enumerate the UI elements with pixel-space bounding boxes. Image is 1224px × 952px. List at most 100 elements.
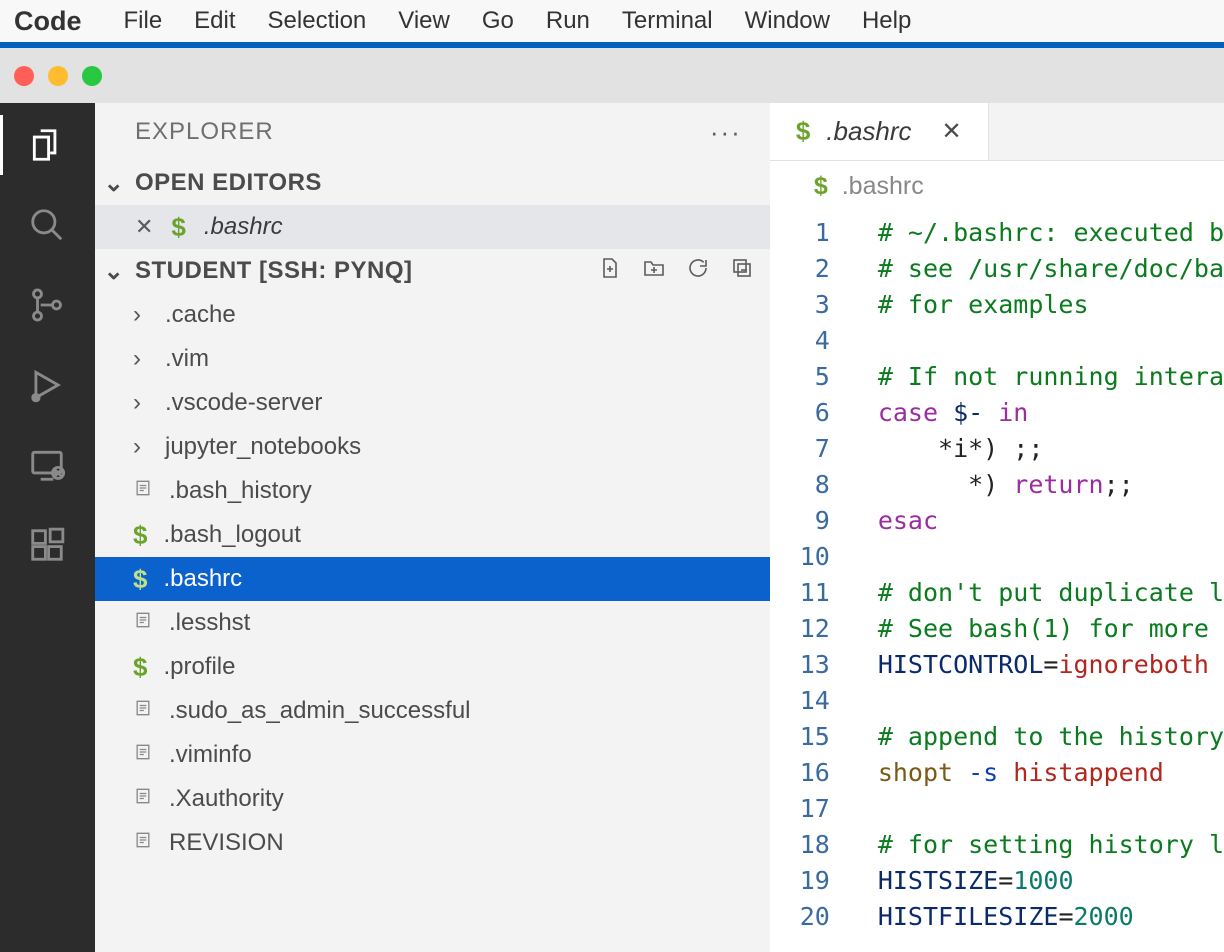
menubar: Code File Edit Selection View Go Run Ter… <box>0 0 1224 48</box>
menu-run[interactable]: Run <box>546 7 590 35</box>
refresh-icon[interactable] <box>686 256 710 287</box>
code-text: *i*) ;; <box>850 431 1044 467</box>
window-zoom-icon[interactable] <box>82 66 102 86</box>
close-icon[interactable]: ✕ <box>942 117 962 146</box>
run-debug-icon[interactable] <box>27 365 67 405</box>
line-number: 17 <box>770 791 850 827</box>
code-text <box>850 683 878 719</box>
tab-label: .bashrc <box>826 116 911 147</box>
explorer-panel: EXPLORER ··· ⌄ OPEN EDITORS ✕ $ .bashrc … <box>95 103 770 952</box>
chevron-right-icon: › <box>133 389 149 417</box>
tree-file[interactable]: .sudo_as_admin_successful <box>95 689 770 733</box>
code-line: 12# See bash(1) for more <box>770 611 1224 647</box>
new-folder-icon[interactable] <box>642 256 666 287</box>
open-editors-label: OPEN EDITORS <box>135 169 322 197</box>
file-name: .viminfo <box>169 741 252 769</box>
code-line: 7 *i*) ;; <box>770 431 1224 467</box>
explorer-title: EXPLORER <box>135 118 274 146</box>
tree-file[interactable]: REVISION <box>95 821 770 865</box>
shell-file-icon: $ <box>171 212 185 243</box>
code-area[interactable]: 1# ~/.bashrc: executed b2# see /usr/shar… <box>770 211 1224 952</box>
breadcrumb[interactable]: $ .bashrc <box>770 161 1224 211</box>
explorer-more-icon[interactable]: ··· <box>710 117 742 148</box>
line-number: 5 <box>770 359 850 395</box>
collapse-all-icon[interactable] <box>730 256 754 287</box>
code-text: # append to the history <box>850 719 1224 755</box>
code-line: 8 *) return;; <box>770 467 1224 503</box>
code-text <box>850 323 878 359</box>
window-close-icon[interactable] <box>14 66 34 86</box>
open-editors-header[interactable]: ⌄ OPEN EDITORS <box>95 161 770 205</box>
line-number: 4 <box>770 323 850 359</box>
code-line: 16shopt -s histappend <box>770 755 1224 791</box>
shell-file-icon: $ <box>133 520 147 551</box>
chevron-right-icon: › <box>133 433 149 461</box>
code-line: 14 <box>770 683 1224 719</box>
tree-file[interactable]: .lesshst <box>95 601 770 645</box>
tree-file[interactable]: $ .bash_logout <box>95 513 770 557</box>
menu-edit[interactable]: Edit <box>194 7 235 35</box>
menu-window[interactable]: Window <box>745 7 830 35</box>
line-number: 6 <box>770 395 850 431</box>
text-file-icon <box>133 609 153 637</box>
code-line: 15# append to the history <box>770 719 1224 755</box>
code-text: *) return;; <box>850 467 1134 503</box>
line-number: 18 <box>770 827 850 863</box>
chevron-right-icon: › <box>133 345 149 373</box>
new-file-icon[interactable] <box>598 256 622 287</box>
code-text: esac <box>850 503 938 539</box>
source-control-icon[interactable] <box>27 285 67 325</box>
menu-go[interactable]: Go <box>482 7 514 35</box>
text-file-icon <box>133 785 153 813</box>
menu-selection[interactable]: Selection <box>268 7 367 35</box>
menu-file[interactable]: File <box>124 7 163 35</box>
folder-name: .vscode-server <box>165 389 322 417</box>
tree-folder[interactable]: ›.cache <box>95 293 770 337</box>
menu-terminal[interactable]: Terminal <box>622 7 713 35</box>
folder-name: .cache <box>165 301 236 329</box>
open-editor-item[interactable]: ✕ $ .bashrc <box>95 205 770 249</box>
line-number: 11 <box>770 575 850 611</box>
open-editor-filename: .bashrc <box>204 213 283 241</box>
extensions-icon[interactable] <box>27 525 67 565</box>
file-name: .bash_logout <box>163 521 300 549</box>
chevron-down-icon: ⌄ <box>103 169 125 198</box>
code-line: 3# for examples <box>770 287 1224 323</box>
text-file-icon <box>133 477 153 505</box>
tree-file[interactable]: .bash_history <box>95 469 770 513</box>
code-text: shopt -s histappend <box>850 755 1164 791</box>
tree-file[interactable]: .viminfo <box>95 733 770 777</box>
explorer-header: EXPLORER ··· <box>95 103 770 161</box>
menu-help[interactable]: Help <box>862 7 911 35</box>
tree-folder[interactable]: ›.vim <box>95 337 770 381</box>
code-line: 2# see /usr/share/doc/ba <box>770 251 1224 287</box>
code-text: # If not running intera <box>850 359 1224 395</box>
explorer-icon[interactable] <box>27 125 67 165</box>
line-number: 15 <box>770 719 850 755</box>
tree-folder[interactable]: › .vscode-server <box>95 381 770 425</box>
search-icon[interactable] <box>27 205 67 245</box>
file-name: .bash_history <box>169 477 312 505</box>
file-name: .Xauthority <box>169 785 284 813</box>
file-name: .bashrc <box>163 565 242 593</box>
titlebar <box>0 48 1224 103</box>
text-file-icon <box>133 829 153 857</box>
window-minimize-icon[interactable] <box>48 66 68 86</box>
tree-file[interactable]: $.bashrc <box>95 557 770 601</box>
code-line: 13HISTCONTROL=ignoreboth <box>770 647 1224 683</box>
tree-file[interactable]: $.profile <box>95 645 770 689</box>
tab-bashrc[interactable]: $ .bashrc ✕ <box>770 103 989 160</box>
line-number: 2 <box>770 251 850 287</box>
line-number: 13 <box>770 647 850 683</box>
remote-explorer-icon[interactable] <box>27 445 67 485</box>
tree-file[interactable]: .Xauthority <box>95 777 770 821</box>
workspace-folder-header[interactable]: ⌄ STUDENT [SSH: PYNQ] <box>95 249 770 293</box>
close-icon[interactable]: ✕ <box>135 214 153 240</box>
tree-folder[interactable]: ›jupyter_notebooks <box>95 425 770 469</box>
line-number: 1 <box>770 215 850 251</box>
menu-view[interactable]: View <box>398 7 450 35</box>
code-text: # for examples <box>850 287 1089 323</box>
code-line: 10 <box>770 539 1224 575</box>
code-line: 20HISTFILESIZE=2000 <box>770 899 1224 935</box>
folder-actions <box>598 256 754 287</box>
